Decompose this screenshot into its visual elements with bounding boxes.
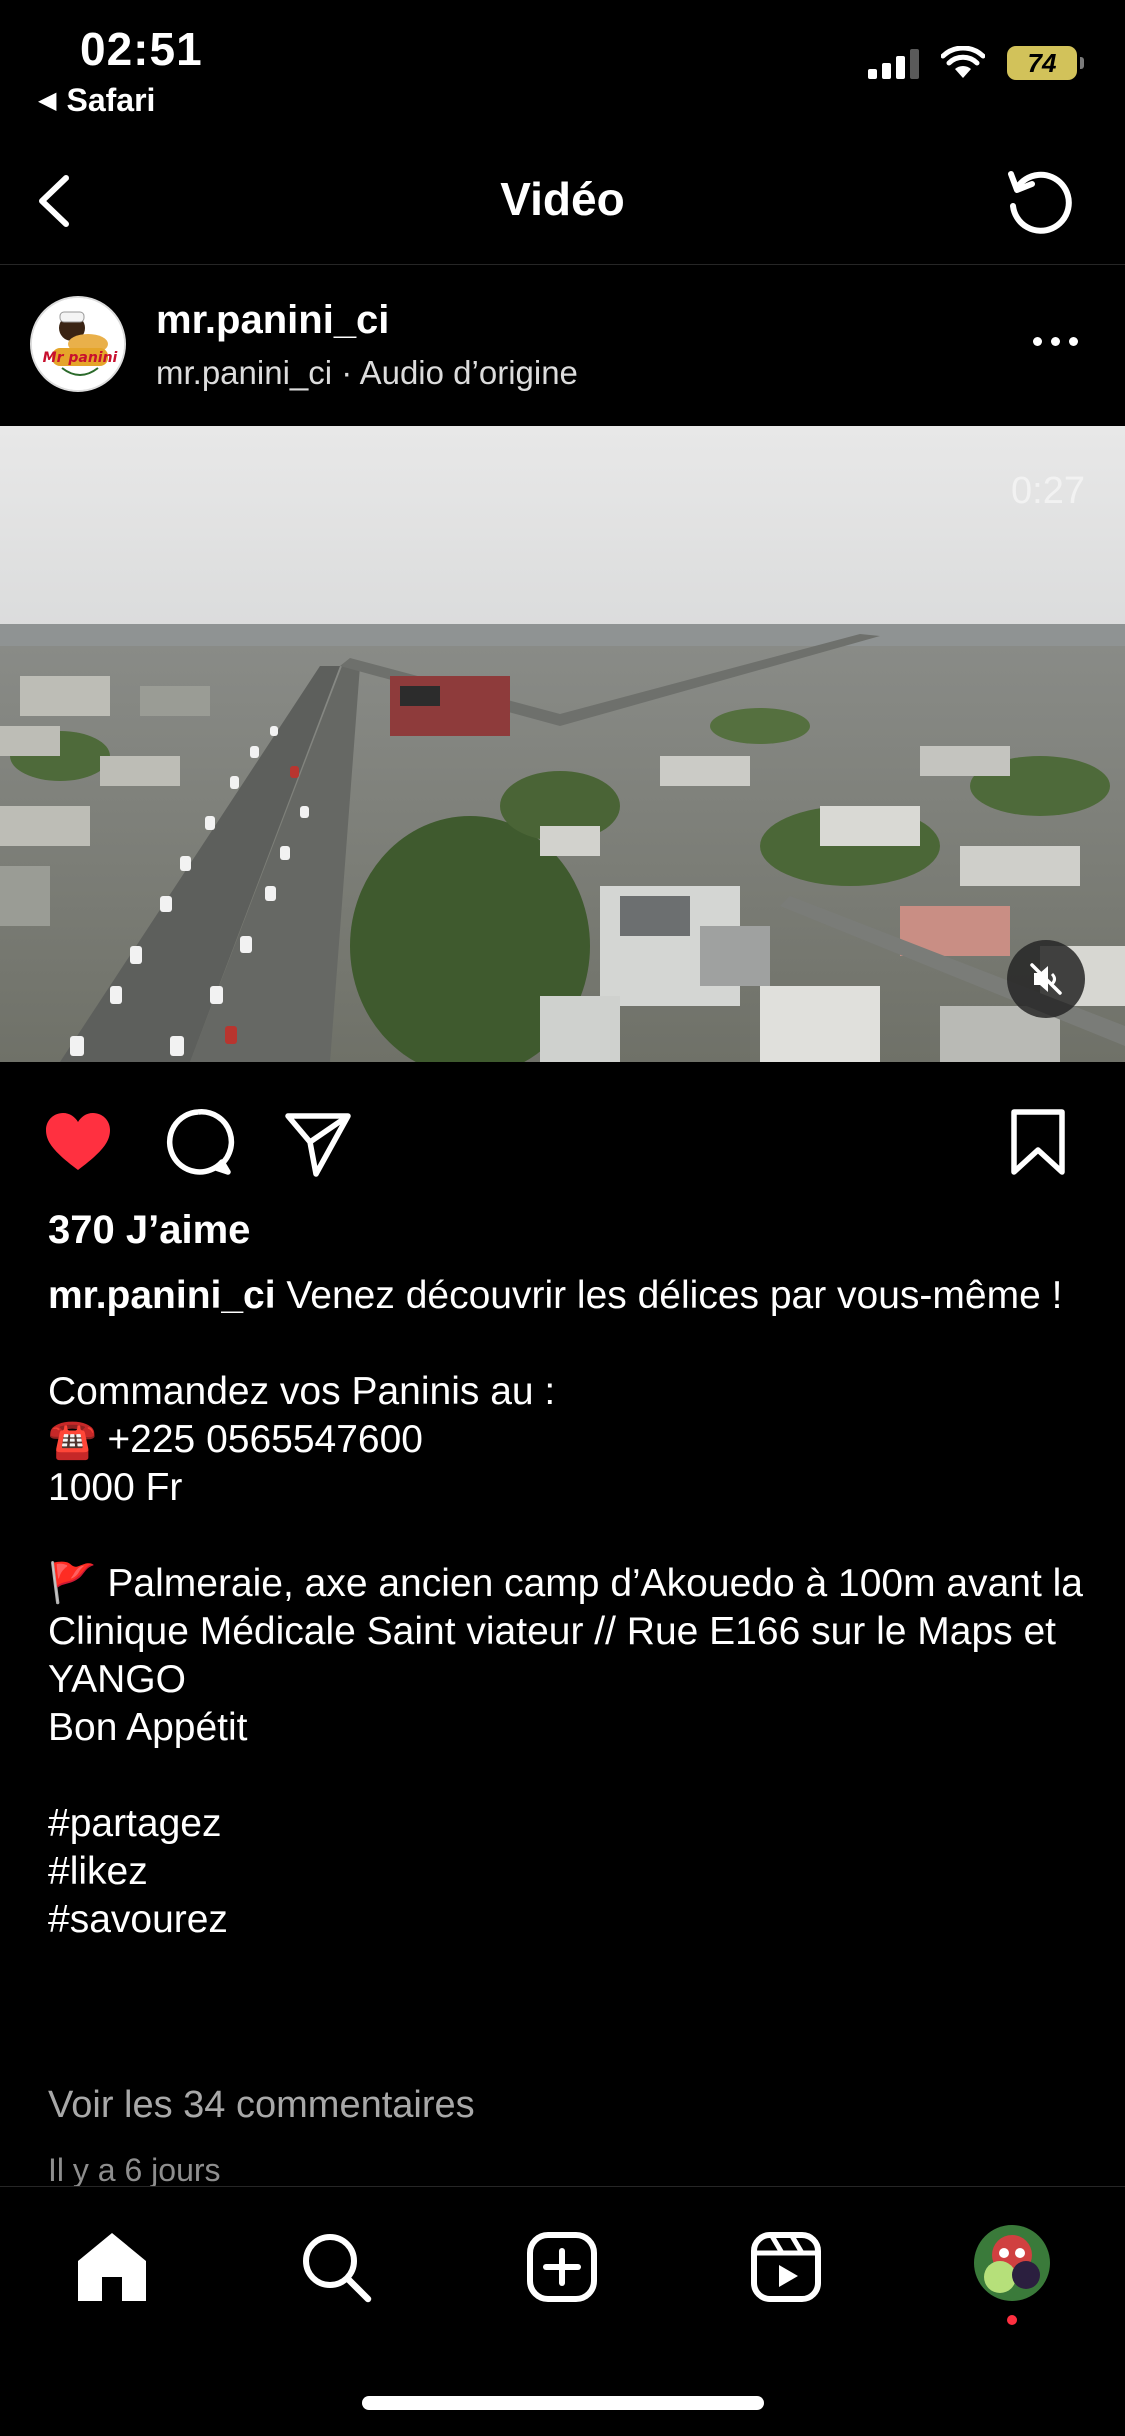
notification-dot <box>1007 2315 1017 2325</box>
back-app-label: Safari <box>66 82 156 118</box>
back-to-app-link[interactable]: ◀ Safari <box>38 82 155 119</box>
video-player[interactable]: 0:27 <box>0 426 1125 1062</box>
post-caption: mr.panini_ci Venez découvrir les délices… <box>48 1272 1088 1944</box>
speaker-muted-icon <box>1030 963 1062 995</box>
panini-logo-icon: Mr panini <box>32 298 124 390</box>
post-header: Mr panini mr.panini_ci mr.panini_ci · Au… <box>0 266 1125 426</box>
caption-text: Venez découvrir les délices par vous-mêm… <box>48 1274 1083 1941</box>
video-duration: 0:27 <box>1011 470 1085 512</box>
post-actions <box>0 1090 1125 1190</box>
reels-icon[interactable] <box>746 2227 826 2307</box>
create-post-icon[interactable] <box>522 2227 602 2307</box>
profile-avatar-tab[interactable] <box>974 2225 1050 2301</box>
avatar[interactable]: Mr panini <box>30 296 126 392</box>
aerial-city-video-frame <box>0 426 1125 1062</box>
bookmark-icon[interactable] <box>1000 1104 1076 1180</box>
share-send-icon[interactable] <box>280 1104 356 1180</box>
battery-level: 74 <box>1027 47 1057 78</box>
profile-avatar-image <box>974 2225 1050 2301</box>
status-indicators: 74 <box>868 46 1084 80</box>
post-username[interactable]: mr.panini_ci <box>156 298 389 343</box>
more-options-icon[interactable] <box>1025 326 1085 356</box>
cellular-signal-icon <box>868 47 919 79</box>
status-time: 02:51 <box>80 23 203 75</box>
caption-username[interactable]: mr.panini_ci <box>48 1274 276 1317</box>
refresh-icon[interactable] <box>1001 162 1081 242</box>
post-audio-subtitle[interactable]: mr.panini_ci · Audio d’origine <box>156 354 578 392</box>
back-triangle-icon: ◀ <box>38 87 57 114</box>
mute-toggle-button[interactable] <box>1007 940 1085 1018</box>
home-icon[interactable] <box>72 2227 152 2307</box>
nav-header: Vidéo <box>0 140 1125 265</box>
wifi-icon <box>941 46 985 78</box>
battery-icon: 74 <box>1007 46 1084 80</box>
search-icon[interactable] <box>296 2227 376 2307</box>
page-title: Vidéo <box>500 173 625 225</box>
like-count[interactable]: 370 J’aime <box>48 1208 250 1253</box>
svg-text:Mr panini: Mr panini <box>43 350 118 366</box>
home-indicator[interactable] <box>362 2396 764 2410</box>
post-timestamp: Il y a 6 jours <box>48 2152 221 2188</box>
heart-liked-icon[interactable] <box>40 1104 116 1180</box>
status-bar: 02:51 ◀ Safari 74 <box>0 0 1125 120</box>
view-comments-link[interactable]: Voir les 34 commentaires <box>48 2084 475 2127</box>
comment-icon[interactable] <box>160 1104 236 1180</box>
